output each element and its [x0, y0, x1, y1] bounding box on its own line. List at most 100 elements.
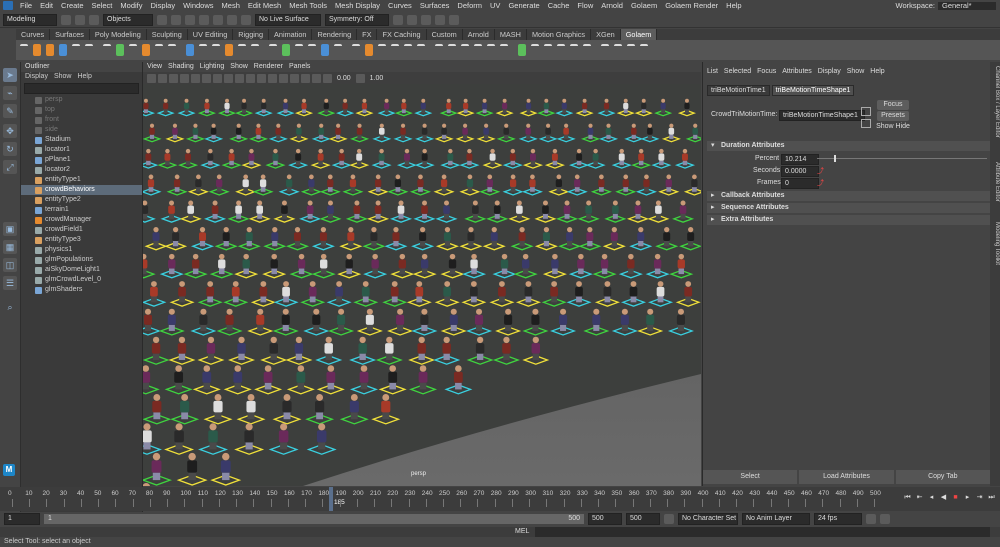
- gamma-value[interactable]: 1.00: [370, 75, 384, 82]
- menu-mesh-display[interactable]: Mesh Display: [331, 1, 384, 10]
- outliner-item[interactable]: glmCrowdLevel_0: [21, 275, 142, 285]
- menu-file[interactable]: File: [16, 1, 36, 10]
- percent-field[interactable]: 10.214: [781, 154, 819, 165]
- shelf-tab-arnold[interactable]: Arnold: [463, 29, 495, 40]
- grid-icon[interactable]: [180, 73, 189, 83]
- percent-slider-handle[interactable]: [834, 155, 837, 162]
- menu-uv[interactable]: UV: [486, 1, 504, 10]
- golaem-shelf-tool-icon[interactable]: [500, 44, 508, 56]
- outliner-item[interactable]: physics1: [21, 245, 142, 255]
- new-scene-icon[interactable]: [61, 14, 71, 25]
- save-scene-icon[interactable]: [89, 14, 99, 25]
- rotate-tool-icon[interactable]: ↻: [3, 142, 17, 156]
- shelf-tab-fx[interactable]: FX: [357, 29, 378, 40]
- snap-view-icon[interactable]: [241, 14, 251, 25]
- frames-map-icon[interactable]: ⤴: [817, 178, 824, 188]
- seconds-field[interactable]: 0.0000: [781, 166, 819, 177]
- shelf-tab-sculpting[interactable]: Sculpting: [147, 29, 188, 40]
- golaem-shelf-tool-icon[interactable]: [391, 44, 399, 56]
- bookmark-icon[interactable]: [158, 73, 167, 83]
- exposure-icon[interactable]: [323, 73, 332, 83]
- resolution-gate-icon[interactable]: [202, 73, 211, 83]
- golaem-shelf-tool-icon[interactable]: [251, 44, 259, 56]
- ae-menu-help[interactable]: Help: [870, 68, 884, 75]
- shelf-tab-uv-editing[interactable]: UV Editing: [188, 29, 234, 40]
- shelf-tab-rigging[interactable]: Rigging: [233, 29, 270, 40]
- outliner-menu-show[interactable]: Show: [54, 72, 72, 82]
- menu-flow[interactable]: Flow: [573, 1, 597, 10]
- outliner-item[interactable]: pPlane1: [21, 155, 142, 165]
- ae-menu-selected[interactable]: Selected: [724, 68, 751, 75]
- side-tab-attribute-editor[interactable]: Attribute Editor: [990, 162, 1000, 202]
- shelf-tab-custom[interactable]: Custom: [427, 29, 463, 40]
- menu-edit[interactable]: Edit: [36, 1, 57, 10]
- golaem-shelf-tool-icon[interactable]: [435, 44, 443, 56]
- golaem-shelf-tool-icon[interactable]: [404, 44, 412, 56]
- side-tab-channel-box[interactable]: Channel Box / Layer Editor: [990, 66, 1000, 138]
- open-scene-icon[interactable]: [75, 14, 85, 25]
- show-hide-button[interactable]: Show Hide: [875, 122, 911, 132]
- outliner-item[interactable]: side: [21, 125, 142, 135]
- golaem-shelf-tool-icon[interactable]: [518, 44, 526, 56]
- ae-menu-show[interactable]: Show: [847, 68, 865, 75]
- golaem-shelf-tool-icon[interactable]: [142, 44, 150, 56]
- isolate-select-icon[interactable]: [290, 73, 299, 83]
- time-slider[interactable]: 185 010203040506070809010011012013014015…: [0, 487, 1000, 511]
- character-set-dropdown[interactable]: No Character Set: [678, 513, 738, 525]
- golaem-shelf-tool-icon[interactable]: [614, 44, 622, 56]
- shelf-tab-animation[interactable]: Animation: [269, 29, 313, 40]
- shadows-icon[interactable]: [257, 73, 266, 83]
- xray-icon[interactable]: [301, 73, 310, 83]
- paint-select-tool-icon[interactable]: ✎: [3, 104, 17, 118]
- load-attributes-button[interactable]: Load Attributes: [799, 470, 894, 484]
- golaem-shelf-tool-icon[interactable]: [334, 44, 342, 56]
- step-back-frame-icon[interactable]: ◂: [927, 493, 936, 502]
- golaem-shelf-tool-icon[interactable]: [308, 44, 316, 56]
- menu-golaem-render[interactable]: Golaem Render: [661, 1, 722, 10]
- lasso-tool-icon[interactable]: ⌁: [3, 86, 17, 100]
- golaem-shelf-tool-icon[interactable]: [282, 44, 290, 56]
- four-view-layout-icon[interactable]: ▦: [3, 240, 17, 254]
- select-hierarchy-icon[interactable]: [157, 14, 167, 25]
- viewport-menu-lighting[interactable]: Lighting: [200, 62, 225, 72]
- viewport-3d[interactable]: [143, 84, 701, 486]
- outliner-menu-display[interactable]: Display: [25, 72, 48, 82]
- stop-icon[interactable]: ■: [951, 493, 960, 502]
- golaem-shelf-tool-icon[interactable]: [46, 44, 54, 56]
- range-slider[interactable]: 1 500: [44, 514, 584, 524]
- textured-icon[interactable]: [235, 73, 244, 83]
- golaem-shelf-tool-icon[interactable]: [199, 44, 207, 56]
- outliner-item[interactable]: entityType3: [21, 235, 142, 245]
- move-tool-icon[interactable]: ✥: [3, 124, 17, 138]
- outliner-item[interactable]: aiSkyDomeLight1: [21, 265, 142, 275]
- golaem-shelf-tool-icon[interactable]: [295, 44, 303, 56]
- menu-mesh-tools[interactable]: Mesh Tools: [285, 1, 331, 10]
- viewport-menu-shading[interactable]: Shading: [168, 62, 194, 72]
- snap-curve-icon[interactable]: [213, 14, 223, 25]
- ae-menu-focus[interactable]: Focus: [757, 68, 776, 75]
- menu-curves[interactable]: Curves: [384, 1, 416, 10]
- mode-dropdown[interactable]: Modeling: [3, 13, 57, 26]
- go-to-start-icon[interactable]: ⏮: [903, 493, 912, 502]
- outliner-item[interactable]: entityType1: [21, 175, 142, 185]
- symmetry-dropdown[interactable]: Symmetry: Off: [325, 13, 389, 26]
- ae-menu-attributes[interactable]: Attributes: [782, 68, 812, 75]
- outliner-layout-icon[interactable]: ☰: [3, 276, 17, 290]
- golaem-shelf-tool-icon[interactable]: [352, 44, 360, 56]
- anim-prefs-icon[interactable]: [880, 514, 890, 524]
- film-gate-icon[interactable]: [191, 73, 200, 83]
- single-view-layout-icon[interactable]: ▣: [3, 222, 17, 236]
- presets-node-icon[interactable]: [861, 119, 871, 128]
- xray-joints-icon[interactable]: [312, 73, 321, 83]
- auto-key-icon[interactable]: [866, 514, 876, 524]
- golaem-shelf-tool-icon[interactable]: [583, 44, 591, 56]
- live-surface-dropdown[interactable]: No Live Surface: [255, 13, 321, 26]
- golaem-shelf-tool-icon[interactable]: [269, 44, 277, 56]
- viewport-menu-show[interactable]: Show: [230, 62, 248, 72]
- golaem-shelf-tool-icon[interactable]: [417, 44, 425, 56]
- render-view-icon[interactable]: [407, 14, 417, 25]
- side-tab-modeling-toolkit[interactable]: Modeling Toolkit: [990, 222, 1000, 265]
- golaem-shelf-tool-icon[interactable]: [186, 44, 194, 56]
- menu-mesh[interactable]: Mesh: [218, 1, 244, 10]
- go-to-end-icon[interactable]: ⏭: [987, 493, 996, 502]
